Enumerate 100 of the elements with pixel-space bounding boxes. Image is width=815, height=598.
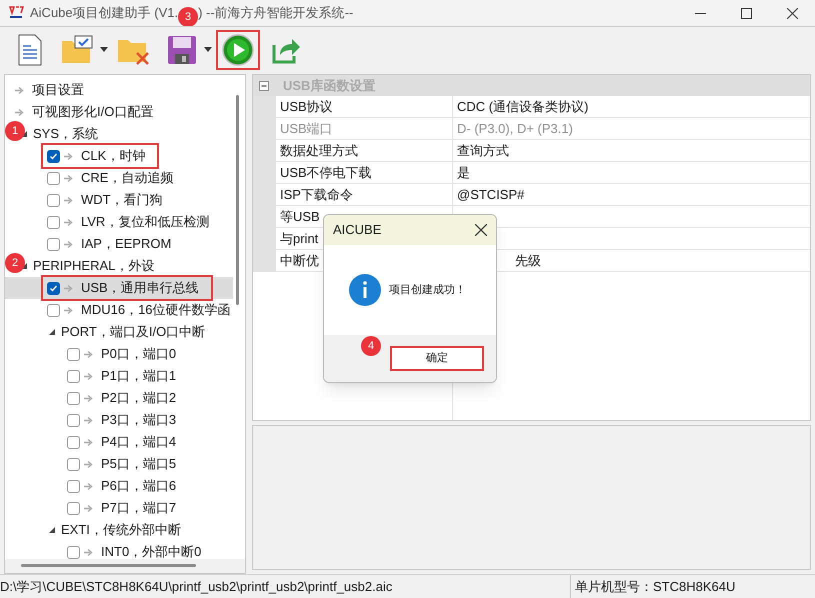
tree-item[interactable]: IAP，EEPROM — [81, 234, 172, 254]
selected-row[interactable]: USB，通用串行总线 — [5, 277, 233, 299]
maximize-icon — [740, 8, 752, 18]
tree-item[interactable]: P3口，端口3 — [101, 410, 176, 430]
checkbox[interactable] — [67, 392, 80, 404]
arrow-icon — [15, 86, 24, 94]
status-text: 单片机型号：STC8H8K64U — [574, 578, 736, 596]
property-value[interactable]: 查询方式 — [457, 140, 509, 160]
tree-item[interactable]: P4口，端口4 — [101, 432, 176, 452]
vertical-scrollbar[interactable] — [236, 95, 239, 305]
tree-item[interactable]: USB，通用串行总线 — [81, 278, 199, 298]
arrow-icon — [64, 174, 73, 182]
close-icon — [475, 224, 487, 236]
status-path: D:\学习\CUBE\STC8H8K64U\printf_usb2\printf_usb2\printf_usb2.aic — [0, 578, 394, 596]
collapse-icon[interactable] — [259, 80, 269, 90]
tree-item[interactable]: P2口，端口2 — [101, 388, 176, 408]
tree-item[interactable]: CLK，时钟 — [81, 146, 146, 166]
window-title: AiCube项目创建助手 (V1. — [30, 4, 178, 22]
info-icon — [349, 274, 381, 306]
tree-group[interactable]: PERIPHERAL，外设 — [33, 256, 154, 276]
tree-group[interactable]: PORT，端口及I/O口中断 — [61, 322, 206, 342]
checkbox[interactable] — [47, 150, 60, 162]
property-name: USB端口 — [280, 120, 333, 138]
property-name: 等USB — [280, 208, 320, 226]
arrow-icon — [64, 240, 73, 248]
dropdown-caret-icon[interactable] — [204, 47, 212, 52]
checkbox[interactable] — [67, 458, 80, 470]
step-number-badge: 4 — [361, 336, 381, 356]
expanded-triangle-icon[interactable] — [49, 527, 55, 533]
property-name: USB协议 — [280, 98, 333, 116]
arrow-icon — [84, 504, 93, 512]
tree-item[interactable]: P7口，端口7 — [101, 498, 176, 518]
checkbox[interactable] — [67, 436, 80, 448]
checkbox[interactable] — [47, 194, 60, 206]
expanded-triangle-icon[interactable] — [49, 329, 55, 335]
step-number-badge: 1 — [5, 121, 25, 141]
arrow-icon — [15, 108, 24, 116]
tree-item[interactable]: P6口，端口6 — [101, 476, 176, 496]
arrow-icon — [64, 218, 73, 226]
close-icon — [786, 8, 798, 18]
checkbox[interactable] — [47, 238, 60, 250]
checkbox[interactable] — [47, 304, 60, 316]
arrow-icon — [84, 416, 93, 424]
tree-group[interactable]: EXTI，传统外部中断 — [61, 520, 181, 540]
window-title: ) --前海方舟智能开发系统-- — [198, 4, 354, 22]
checkbox[interactable] — [67, 480, 80, 492]
tree-item[interactable]: P1口，端口1 — [101, 366, 176, 386]
property-name: 中断优 — [280, 252, 319, 270]
tree-item[interactable]: LVR，复位和低压检测 — [81, 212, 210, 232]
horizontal-scrollbar[interactable] — [21, 564, 196, 567]
play-icon — [222, 34, 254, 66]
tree-item[interactable]: P0口，端口0 — [101, 344, 176, 364]
checkbox[interactable] — [47, 216, 60, 228]
step-number-badge: 2 — [5, 253, 25, 273]
tree-item[interactable]: CRE，自动追频 — [81, 168, 174, 188]
tree-item[interactable]: P5口，端口5 — [101, 454, 176, 474]
checkbox[interactable] — [67, 546, 80, 558]
app-logo-icon — [8, 5, 24, 21]
checkbox[interactable] — [67, 502, 80, 514]
tree-item[interactable]: 可视图形化I/O口配置 — [32, 102, 154, 122]
close-button[interactable] — [474, 223, 488, 237]
arrow-icon — [64, 152, 73, 160]
check-icon — [49, 152, 58, 160]
property-value[interactable]: 先级 — [515, 250, 541, 270]
arrow-icon — [84, 394, 93, 402]
checkbox[interactable] — [47, 172, 60, 184]
property-value[interactable]: 是 — [457, 162, 470, 182]
toolbar-button[interactable] — [216, 30, 260, 70]
dropdown-caret-icon[interactable] — [100, 47, 108, 52]
property-name: ISP下载命令 — [280, 186, 353, 204]
arrow-icon — [84, 350, 93, 358]
tree-item[interactable]: MDU16，16位硬件数学函 — [81, 300, 231, 320]
expanded-triangle-icon[interactable] — [21, 131, 27, 137]
property-value[interactable]: @STCISP# — [457, 184, 524, 204]
arrow-icon — [84, 372, 93, 380]
ok-button[interactable]: 确定 — [390, 346, 484, 371]
arrow-icon — [84, 548, 93, 556]
arrow-icon — [64, 306, 73, 314]
tree-item[interactable]: 项目设置 — [32, 80, 84, 100]
checkbox[interactable] — [47, 282, 60, 294]
check-icon — [49, 284, 58, 292]
property-name: USB不停电下载 — [280, 164, 372, 182]
checkbox[interactable] — [67, 414, 80, 426]
arrow-icon — [84, 460, 93, 468]
arrow-icon — [64, 284, 73, 292]
expanded-triangle-icon[interactable] — [21, 263, 27, 269]
tree-item[interactable]: INT0，外部中断0 — [101, 542, 202, 559]
tree-item[interactable]: WDT，看门狗 — [81, 190, 163, 210]
checkbox[interactable] — [67, 370, 80, 382]
property-value[interactable]: CDC (通信设备类协议) — [457, 96, 588, 116]
arrow-icon — [84, 482, 93, 490]
dialog-title: AICUBE — [333, 221, 382, 240]
step-number-badge: 3 — [178, 7, 198, 27]
folder-check-icon — [61, 34, 95, 64]
property-name: 与print — [280, 230, 318, 248]
checkbox[interactable] — [67, 348, 80, 360]
tree-group[interactable]: SYS，系统 — [33, 124, 98, 144]
arrow-icon — [84, 438, 93, 446]
document-icon — [17, 34, 43, 66]
property-name: 数据处理方式 — [280, 142, 358, 160]
